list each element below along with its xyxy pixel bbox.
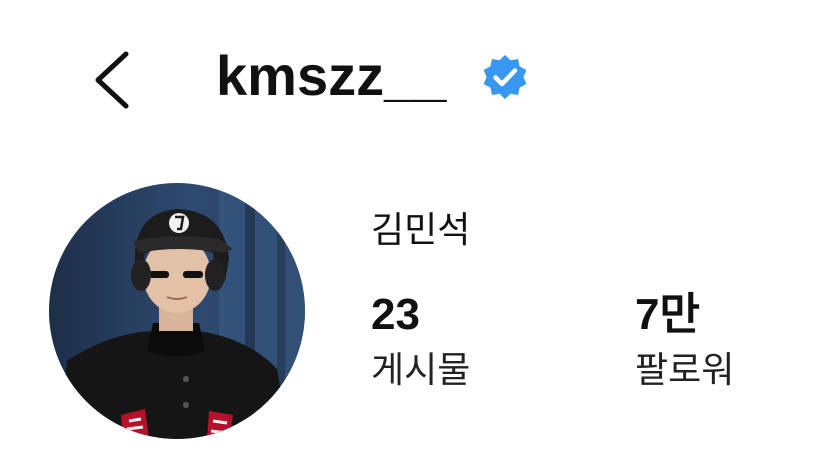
profile-photo: [49, 183, 305, 439]
posts-count: 23: [371, 290, 420, 339]
followers-stat[interactable]: 7만 팔로워: [635, 290, 734, 392]
back-button[interactable]: [84, 40, 148, 120]
followers-label: 팔로워: [635, 349, 735, 390]
profile-display-name: 김민석: [371, 209, 471, 250]
profile-username: kmszz__: [216, 44, 447, 107]
followers-count: 7만: [635, 290, 700, 339]
verified-badge-icon: [480, 53, 530, 103]
profile-avatar[interactable]: [49, 183, 305, 439]
posts-stat[interactable]: 23 게시물: [371, 290, 470, 392]
profile-screen: kmszz__ 김민석 23 게시물 7만 팔로워: [0, 0, 839, 472]
posts-label: 게시물: [371, 349, 471, 390]
chevron-left-icon: [95, 51, 129, 109]
